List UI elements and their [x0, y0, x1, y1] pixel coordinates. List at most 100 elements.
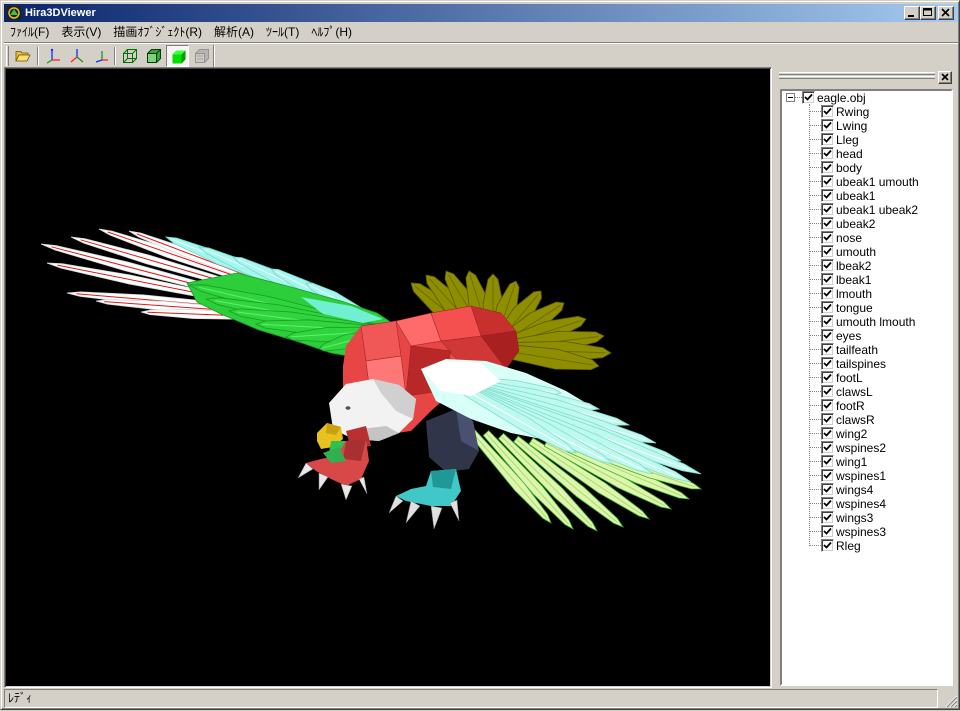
tree-item-checkbox[interactable]: [821, 469, 834, 482]
resize-grip-icon[interactable]: [942, 692, 958, 708]
menu-analysis[interactable]: 解析(A): [208, 23, 260, 41]
tree-item[interactable]: wspines1: [782, 469, 951, 483]
menu-help[interactable]: ﾍﾙﾌﾟ(H): [305, 23, 358, 41]
tree-item-label[interactable]: ubeak1: [835, 189, 876, 203]
title-bar[interactable]: Hira3DViewer: [4, 4, 958, 22]
tree-item-label[interactable]: wspines4: [835, 497, 887, 511]
tree-item-label[interactable]: eyes: [835, 329, 862, 343]
tree-item-checkbox[interactable]: [821, 287, 834, 300]
tree-item[interactable]: ubeak1: [782, 189, 951, 203]
tree-item-checkbox[interactable]: [821, 413, 834, 426]
collapse-toggle[interactable]: [786, 93, 795, 102]
hira3d-app-icon[interactable]: [6, 5, 22, 21]
tree-item-checkbox[interactable]: [821, 385, 834, 398]
tree-item-label[interactable]: wings4: [835, 483, 874, 497]
tree-item-checkbox[interactable]: [821, 217, 834, 230]
tree-item-checkbox[interactable]: [821, 189, 834, 202]
tree-item-label[interactable]: ubeak1 ubeak2: [835, 203, 919, 217]
tree-item-label[interactable]: lmouth: [835, 287, 873, 301]
tree-item[interactable]: footR: [782, 399, 951, 413]
tree-item[interactable]: tailfeath: [782, 343, 951, 357]
tree-item-label[interactable]: footR: [835, 399, 866, 413]
tree-item-checkbox[interactable]: [821, 231, 834, 244]
tree-item-checkbox[interactable]: [821, 133, 834, 146]
tree-item[interactable]: wspines4: [782, 497, 951, 511]
tree-item-checkbox[interactable]: [821, 357, 834, 370]
tree-item-label[interactable]: Rwing: [835, 105, 870, 119]
tree-item-label[interactable]: Lleg: [835, 133, 860, 147]
side-view-button[interactable]: [65, 45, 88, 67]
maximize-button[interactable]: [920, 6, 936, 20]
tree-item[interactable]: wing2: [782, 427, 951, 441]
tree-item[interactable]: wings3: [782, 511, 951, 525]
panel-close-button[interactable]: [938, 71, 952, 84]
tree-item-label[interactable]: ubeak2: [835, 217, 876, 231]
tree-item-label[interactable]: tongue: [835, 301, 874, 315]
tree-item[interactable]: wing1: [782, 455, 951, 469]
tree-item-checkbox[interactable]: [821, 483, 834, 496]
tree-item-label[interactable]: wspines3: [835, 525, 887, 539]
tree-item[interactable]: tailspines: [782, 357, 951, 371]
object-tree[interactable]: eagle.obj Rwing Lwing Lleg head body ubeak1 u…: [780, 89, 953, 686]
texture-shading-button[interactable]: [190, 45, 213, 67]
tree-item-checkbox[interactable]: [821, 273, 834, 286]
tree-root-checkbox[interactable]: [802, 91, 815, 104]
tree-item-checkbox[interactable]: [821, 259, 834, 272]
tree-item-checkbox[interactable]: [821, 525, 834, 538]
close-button[interactable]: [938, 6, 954, 20]
tree-item[interactable]: ubeak2: [782, 217, 951, 231]
tree-root-item[interactable]: eagle.obj: [782, 91, 951, 105]
tree-item-checkbox[interactable]: [821, 119, 834, 132]
tree-item[interactable]: clawsL: [782, 385, 951, 399]
top-view-button[interactable]: [89, 45, 112, 67]
tree-item-label[interactable]: wing1: [835, 455, 868, 469]
tree-item[interactable]: eyes: [782, 329, 951, 343]
tree-item[interactable]: ubeak1 ubeak2: [782, 203, 951, 217]
tree-item-label[interactable]: wing2: [835, 427, 868, 441]
tree-item[interactable]: clawsR: [782, 413, 951, 427]
tree-item-checkbox[interactable]: [821, 175, 834, 188]
tree-item-checkbox[interactable]: [821, 203, 834, 216]
tree-item-checkbox[interactable]: [821, 441, 834, 454]
tree-item[interactable]: wspines2: [782, 441, 951, 455]
menu-draw-objects[interactable]: 描画ｵﾌﾞｼﾞｪｸﾄ(R): [107, 23, 208, 41]
tree-item-checkbox[interactable]: [821, 245, 834, 258]
tree-item-label[interactable]: clawsL: [835, 385, 874, 399]
tree-item-checkbox[interactable]: [821, 455, 834, 468]
open-file-button[interactable]: [11, 45, 34, 67]
tree-item-label[interactable]: tailfeath: [835, 343, 879, 357]
tree-item-checkbox[interactable]: [821, 301, 834, 314]
tree-item[interactable]: body: [782, 161, 951, 175]
tree-item-checkbox[interactable]: [821, 511, 834, 524]
tree-item-label[interactable]: tailspines: [835, 357, 887, 371]
tree-item[interactable]: Rleg: [782, 539, 951, 553]
tree-item-label[interactable]: umouth lmouth: [835, 315, 916, 329]
tree-item[interactable]: footL: [782, 371, 951, 385]
toolbar-grip[interactable]: [6, 46, 9, 66]
tree-item-label[interactable]: ubeak1 umouth: [835, 175, 920, 189]
tree-item-label[interactable]: lbeak1: [835, 273, 872, 287]
tree-item-checkbox[interactable]: [821, 497, 834, 510]
tree-item[interactable]: ubeak1 umouth: [782, 175, 951, 189]
tree-item[interactable]: lmouth: [782, 287, 951, 301]
solid-shading-button[interactable]: [166, 45, 189, 67]
tree-item-label[interactable]: body: [835, 161, 863, 175]
tree-item-label[interactable]: head: [835, 147, 864, 161]
tree-item-checkbox[interactable]: [821, 399, 834, 412]
wireframe-button[interactable]: [118, 45, 141, 67]
tree-item-label[interactable]: umouth: [835, 245, 877, 259]
tree-item[interactable]: tongue: [782, 301, 951, 315]
edged-shading-button[interactable]: [142, 45, 165, 67]
tree-item[interactable]: Lleg: [782, 133, 951, 147]
tree-item-label[interactable]: wspines2: [835, 441, 887, 455]
tree-item-checkbox[interactable]: [821, 371, 834, 384]
tree-item-checkbox[interactable]: [821, 147, 834, 160]
tree-item-label[interactable]: Rleg: [835, 539, 862, 553]
tree-item[interactable]: wspines3: [782, 525, 951, 539]
panel-grip[interactable]: [779, 72, 935, 75]
tree-item[interactable]: umouth lmouth: [782, 315, 951, 329]
tree-item[interactable]: lbeak1: [782, 273, 951, 287]
tree-item-label[interactable]: lbeak2: [835, 259, 872, 273]
minimize-button[interactable]: [904, 6, 920, 20]
tree-item-checkbox[interactable]: [821, 427, 834, 440]
